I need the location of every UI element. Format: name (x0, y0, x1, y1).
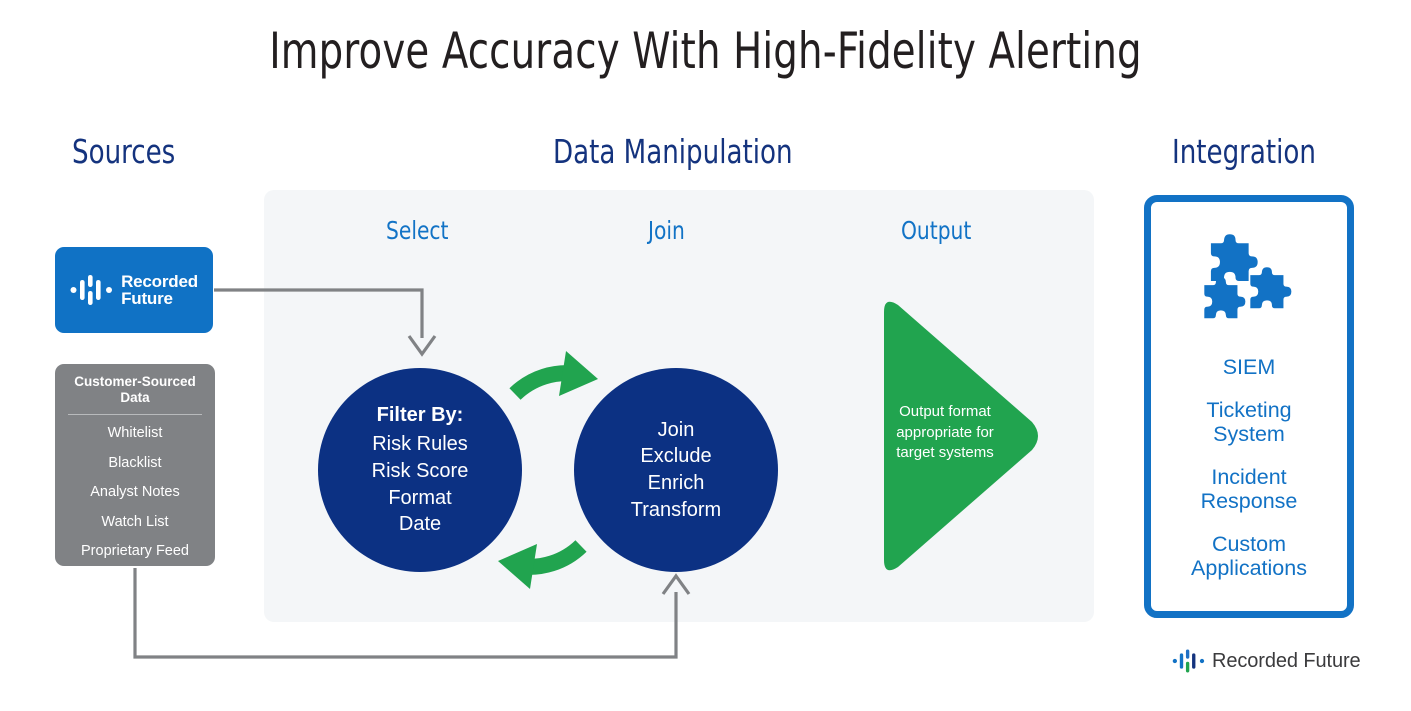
list-item: Proprietary Feed (81, 543, 189, 560)
select-filter-circle[interactable]: Filter By: Risk Rules Risk Score Format … (318, 368, 522, 572)
join-circle[interactable]: Join Exclude Enrich Transform (574, 368, 778, 572)
integration-item-ticketing-system[interactable]: Ticketing System (1152, 388, 1346, 455)
source-recorded-future[interactable]: Recorded Future (55, 247, 213, 333)
list-item: Whitelist (107, 425, 163, 442)
list-item: Analyst Notes (90, 484, 180, 501)
stage-label-join: Join (648, 216, 685, 245)
join-circle-item: Join (657, 418, 695, 441)
column-heading-data-manipulation: Data Manipulation (553, 132, 793, 171)
infographic-canvas: Improve Accuracy With High-Fidelity Aler… (0, 0, 1411, 711)
list-item: Blacklist (108, 454, 162, 471)
column-heading-integration: Integration (1172, 132, 1316, 171)
footer-recorded-future-logo: Recorded Future (1172, 648, 1361, 674)
column-heading-sources: Sources (72, 132, 176, 171)
list-item: Watch List (101, 513, 169, 530)
integration-item-siem[interactable]: SIEM (1152, 345, 1346, 388)
puzzle-pieces-icon (1196, 222, 1304, 330)
filter-circle-item: Format (388, 486, 452, 509)
output-description: Output format appropriate for target sys… (896, 403, 994, 462)
rf-wordmark-line1: Recorded (121, 271, 198, 291)
join-circle-item: Enrich (647, 472, 705, 494)
integration-item-incident-response[interactable]: Incident Response (1152, 455, 1346, 522)
stage-label-output: Output (901, 216, 972, 245)
rf-wordmark-line2: Future (121, 289, 173, 308)
customer-sourced-divider (68, 413, 202, 415)
page-title: Improve Accuracy With High-Fidelity Aler… (269, 22, 1142, 80)
recorded-future-wordmark: Recorded Future (121, 271, 198, 308)
stage-label-select: Select (386, 216, 449, 245)
filter-circle-item: Risk Score (371, 459, 469, 482)
source-customer-sourced-data[interactable]: Customer-Sourced Data Whitelist Blacklis… (55, 364, 215, 566)
join-circle-item: Exclude (640, 445, 712, 468)
join-circle-item: Transform (630, 498, 722, 521)
integration-item-custom-applications[interactable]: Custom Applications (1152, 522, 1346, 589)
recorded-future-mark-icon (1172, 649, 1205, 673)
filter-circle-item: Risk Rules (372, 433, 468, 456)
filter-circle-title: Filter By: (376, 404, 464, 427)
footer-brand-name: Recorded Future (1212, 649, 1361, 672)
filter-circle-item: Date (398, 513, 442, 536)
recorded-future-mark-icon (70, 275, 113, 305)
customer-sourced-title: Customer-Sourced Data (74, 374, 196, 406)
integration-list: SIEM Ticketing System Incident Response … (1152, 345, 1346, 590)
